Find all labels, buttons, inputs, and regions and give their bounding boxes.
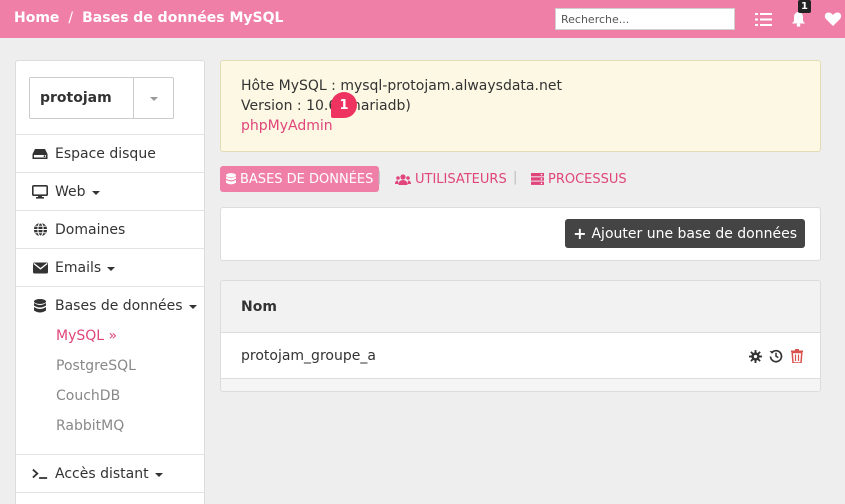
notification-badge: 1 xyxy=(798,0,811,13)
server-icon xyxy=(531,173,544,185)
table-row: protojam_groupe_a xyxy=(221,333,820,379)
sidebar-subitem-mysql[interactable]: MySQL » xyxy=(56,328,117,344)
phpmyadmin-link[interactable]: phpMyAdmin xyxy=(241,118,333,134)
caret-down-icon xyxy=(154,472,163,477)
search-input[interactable] xyxy=(555,8,735,30)
account-selector[interactable]: protojam xyxy=(29,77,174,119)
actions-panel: + Ajouter une base de données xyxy=(220,207,821,261)
row-actions xyxy=(748,349,804,363)
sidebar-item-label: Bases de données xyxy=(55,297,183,314)
monitor-icon xyxy=(32,184,48,200)
onboarding-bubble[interactable]: 1 xyxy=(331,92,357,118)
sidebar: protojam Espace disque Web Domaines Emai… xyxy=(15,60,205,504)
tab-processes[interactable]: PROCESSUS xyxy=(531,166,627,192)
plus-icon: + xyxy=(573,224,587,243)
sidebar-item-label: Accès distant xyxy=(55,465,149,482)
trash-icon[interactable] xyxy=(790,349,804,363)
sidebar-divider xyxy=(16,492,204,504)
globe-icon xyxy=(32,222,48,238)
tab-label: UTILISATEURS xyxy=(415,171,507,187)
add-database-button[interactable]: + Ajouter une base de données xyxy=(565,219,805,248)
sidebar-item-domains[interactable]: Domaines xyxy=(16,210,204,248)
tab-label: PROCESSUS xyxy=(548,171,627,187)
mysql-host: Hôte MySQL : mysql-protojam.alwaysdata.n… xyxy=(241,78,562,94)
table-header: Nom xyxy=(221,281,820,333)
database-name[interactable]: protojam_groupe_a xyxy=(241,348,376,364)
sidebar-item-label: Domaines xyxy=(55,221,126,238)
account-name: protojam xyxy=(40,90,112,106)
sidebar-subitem-couchdb[interactable]: CouchDB xyxy=(56,388,120,404)
sidebar-item-databases[interactable]: Bases de données xyxy=(16,286,204,324)
hdd-icon xyxy=(32,146,48,162)
sidebar-item-label: Web xyxy=(55,183,86,200)
chevron-down-icon xyxy=(149,97,158,101)
breadcrumb-separator: / xyxy=(68,10,74,26)
sidebar-item-label: Emails xyxy=(55,259,102,276)
caret-down-icon xyxy=(107,266,116,271)
column-header-name[interactable]: Nom xyxy=(241,299,277,315)
sidebar-item-emails[interactable]: Emails xyxy=(16,248,204,286)
tasks-icon[interactable] xyxy=(753,9,773,29)
users-icon xyxy=(395,173,411,185)
tab-label: BASES DE DONNÉES xyxy=(240,171,374,187)
heart-icon[interactable] xyxy=(823,9,843,29)
sidebar-item-web[interactable]: Web xyxy=(16,172,204,210)
history-icon[interactable] xyxy=(769,349,783,363)
top-bar: Home / Bases de données MySQL 1 xyxy=(0,0,845,38)
tab-databases[interactable]: BASES DE DONNÉES xyxy=(220,166,380,192)
add-database-label: Ajouter une base de données xyxy=(591,225,797,242)
caret-down-icon xyxy=(188,304,197,309)
terminal-icon xyxy=(32,466,48,482)
breadcrumb: Home / Bases de données MySQL xyxy=(14,10,283,26)
tab-separator: | xyxy=(377,170,382,185)
gear-icon[interactable] xyxy=(748,349,762,363)
sidebar-item-label: Espace disque xyxy=(55,145,156,162)
sidebar-item-remote-access[interactable]: Accès distant xyxy=(16,454,204,492)
account-dropdown-toggle[interactable] xyxy=(133,78,173,118)
mysql-info-box: Hôte MySQL : mysql-protojam.alwaysdata.n… xyxy=(220,60,821,152)
tab-users[interactable]: UTILISATEURS xyxy=(395,166,507,192)
sidebar-item-disk-space[interactable]: Espace disque xyxy=(16,134,204,172)
tab-separator: | xyxy=(513,170,518,185)
sidebar-subitem-rabbitmq[interactable]: RabbitMQ xyxy=(56,418,124,434)
breadcrumb-home[interactable]: Home xyxy=(14,10,59,26)
envelope-icon xyxy=(32,260,48,276)
database-icon xyxy=(226,173,236,185)
databases-table: Nom protojam_groupe_a xyxy=(220,280,821,392)
sidebar-subitem-postgresql[interactable]: PostgreSQL xyxy=(56,358,136,374)
database-icon xyxy=(32,298,48,314)
breadcrumb-current: Bases de données MySQL xyxy=(82,10,284,26)
caret-down-icon xyxy=(91,190,100,195)
mysql-version: Version : 10.6 (mariadb) xyxy=(241,98,411,114)
